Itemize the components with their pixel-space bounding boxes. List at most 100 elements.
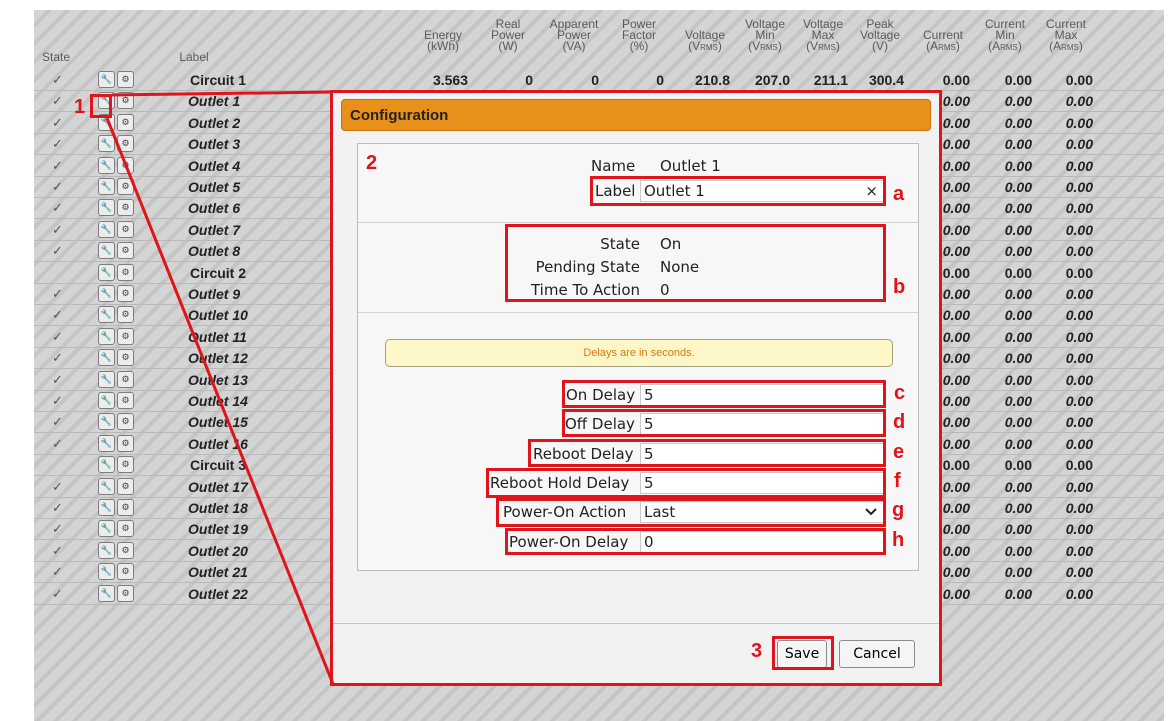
row-label: Outlet 18 (188, 500, 248, 516)
check-icon: ✓ (52, 564, 63, 580)
col-current-header: Current (ARMS) (922, 28, 963, 53)
gear-icon[interactable]: ⚙ (117, 563, 134, 581)
cell-apparent: 0 (591, 72, 599, 88)
wrench-icon[interactable]: 🔧 (98, 520, 115, 538)
annotation-box-h (505, 528, 886, 555)
gear-icon[interactable]: ⚙ (117, 199, 134, 217)
annotation-number-1: 1 (74, 96, 86, 118)
wrench-icon[interactable]: 🔧 (98, 199, 115, 217)
wrench-icon[interactable]: 🔧 (98, 156, 115, 174)
cell-current: 0.00 (942, 72, 970, 88)
cell-cmin: 0.00 (1004, 157, 1032, 174)
wrench-icon[interactable]: 🔧 (98, 178, 115, 195)
wrench-icon[interactable]: 🔧 (98, 370, 115, 388)
cell-cmax: 0.00 (1065, 500, 1093, 516)
cell-cmin: 0.00 (1004, 585, 1032, 602)
wrench-icon[interactable]: 🔧 (98, 499, 115, 516)
gear-icon[interactable]: ⚙ (117, 477, 134, 495)
circuit-row: ✓ 🔧 ⚙ Circuit 1 3.563 0 0 0 210.8 207.0 211.1 300.4… (34, 70, 1164, 91)
wrench-icon[interactable]: 🔧 (98, 327, 115, 345)
table-header: State Label Energy (kWh) Real Power (W) App… (34, 10, 1164, 65)
gear-icon[interactable]: ⚙ (117, 285, 134, 302)
check-icon: ✓ (52, 157, 63, 173)
cell-cmax: 0.00 (1065, 414, 1093, 431)
wrench-icon[interactable]: 🔧 (98, 135, 115, 153)
row-label: Outlet 15 (188, 414, 248, 431)
check-icon: ✓ (52, 350, 63, 366)
wrench-icon[interactable]: 🔧 (98, 392, 115, 409)
check-icon: ✓ (52, 179, 63, 194)
cell-cmin: 0.00 (1004, 564, 1032, 581)
cell-cmin: 0.00 (1004, 72, 1032, 88)
cell-cmax: 0.00 (1065, 478, 1093, 495)
wrench-icon[interactable]: 🔧 (98, 413, 115, 431)
gear-icon[interactable]: ⚙ (117, 499, 134, 516)
gear-icon[interactable]: ⚙ (117, 327, 134, 345)
check-icon: ✓ (52, 200, 63, 216)
annotation-letter-f: f (894, 470, 901, 492)
wrench-icon[interactable]: 🔧 (98, 220, 115, 238)
check-icon: ✓ (52, 114, 63, 130)
gear-icon[interactable]: ⚙ (117, 135, 134, 153)
gear-icon[interactable]: ⚙ (117, 113, 134, 131)
annotation-letter-e: e (893, 441, 905, 463)
gear-icon[interactable]: ⚙ (117, 220, 134, 238)
cell-cmin: 0.00 (1004, 221, 1032, 238)
gear-icon[interactable]: ⚙ (117, 178, 134, 195)
wrench-icon[interactable]: 🔧 (98, 242, 115, 260)
annotation-letter-c: c (894, 382, 906, 404)
cell-cmin: 0.00 (1004, 350, 1032, 367)
gear-icon[interactable]: ⚙ (117, 413, 134, 431)
gear-icon[interactable]: ⚙ (117, 156, 134, 174)
gear-icon[interactable]: ⚙ (117, 71, 134, 88)
row-label: Outlet 3 (188, 136, 241, 153)
wrench-icon[interactable]: 🔧 (98, 306, 115, 324)
wrench-icon[interactable]: 🔧 (98, 263, 115, 281)
annotation-box-g (496, 498, 886, 527)
row-label: Outlet 19 (188, 521, 248, 538)
check-icon: ✓ (52, 307, 63, 323)
wrench-icon[interactable]: 🔧 (98, 349, 115, 367)
cell-cmax: 0.00 (1065, 243, 1093, 260)
wrench-icon[interactable]: 🔧 (98, 477, 115, 495)
gear-icon[interactable]: ⚙ (117, 306, 134, 324)
gear-icon[interactable]: ⚙ (117, 263, 134, 281)
gear-icon[interactable]: ⚙ (117, 370, 134, 388)
wrench-icon[interactable]: 🔧 (98, 456, 115, 474)
cell-cmax: 0.00 (1065, 521, 1093, 538)
wrench-icon[interactable]: 🔧 (98, 71, 115, 88)
annotation-box-a (590, 176, 886, 206)
pdu-outlet-page: State Label Energy (kWh) Real Power (W) App… (0, 0, 1176, 721)
row-label: Outlet 1 (188, 93, 241, 110)
cell-cmax: 0.00 (1065, 435, 1093, 452)
check-icon: ✓ (52, 221, 63, 237)
cell-energy: 3.563 (432, 72, 468, 88)
wrench-icon[interactable]: 🔧 (98, 584, 115, 602)
cell-real: 0 (525, 72, 533, 88)
gear-icon[interactable]: ⚙ (117, 584, 134, 602)
row-label: Outlet 10 (188, 307, 248, 324)
wrench-icon[interactable]: 🔧 (98, 434, 115, 452)
gear-icon[interactable]: ⚙ (117, 92, 134, 110)
gear-icon[interactable]: ⚙ (117, 541, 134, 559)
wrench-icon[interactable]: 🔧 (98, 563, 115, 581)
check-icon: ✓ (52, 93, 63, 109)
annotation-box-b (505, 224, 886, 302)
gear-icon[interactable]: ⚙ (117, 434, 134, 452)
annotation-number-3: 3 (751, 640, 763, 662)
cell-cmin: 0.00 (1004, 264, 1032, 281)
gear-icon[interactable]: ⚙ (117, 392, 134, 409)
cell-cmin: 0.00 (1004, 307, 1032, 324)
check-icon: ✓ (52, 542, 63, 558)
row-label: Outlet 22 (188, 585, 248, 602)
gear-icon[interactable]: ⚙ (117, 456, 134, 474)
wrench-icon[interactable]: 🔧 (98, 285, 115, 302)
row-label: Outlet 17 (188, 478, 248, 495)
gear-icon[interactable]: ⚙ (117, 242, 134, 260)
cell-cmin: 0.00 (1004, 179, 1032, 195)
wrench-icon[interactable]: 🔧 (98, 541, 115, 559)
cell-cmax: 0.00 (1065, 264, 1093, 281)
row-label: Outlet 9 (188, 286, 241, 302)
gear-icon[interactable]: ⚙ (117, 349, 134, 367)
gear-icon[interactable]: ⚙ (117, 520, 134, 538)
